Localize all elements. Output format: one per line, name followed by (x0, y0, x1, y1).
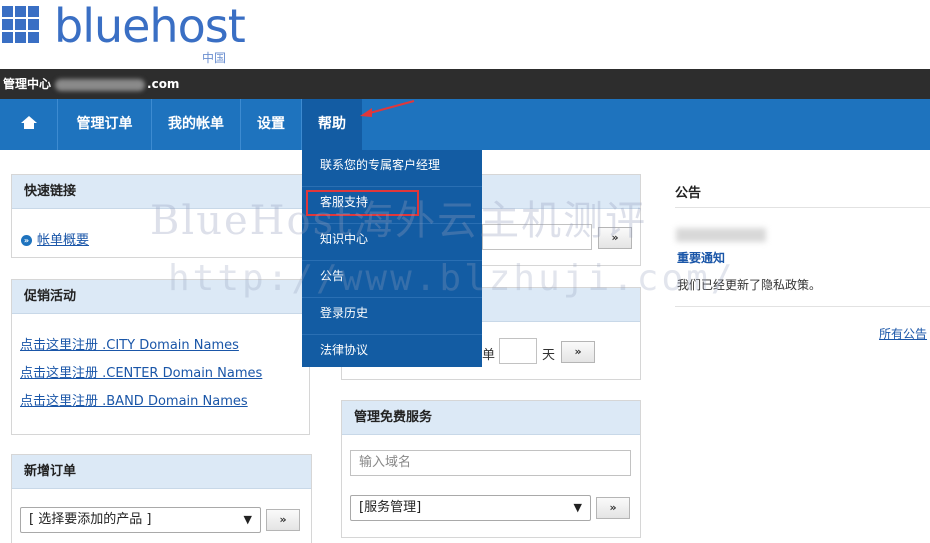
email-blur (55, 78, 146, 91)
quick-link-item[interactable]: » 帐单概要 (21, 229, 89, 248)
account-email-domain: .com (147, 77, 180, 91)
free-services-title: 管理免费服务 (342, 401, 640, 435)
announcement-date-blur (676, 228, 766, 242)
menu-item-knowledge-center[interactable]: 知识中心 (302, 224, 482, 261)
menu-item-legal[interactable]: 法律协议 (302, 335, 482, 372)
help-dropdown-menu: 联系您的专属客户经理 客服支持 知识中心 公告 登录历史 法律协议 (302, 150, 482, 367)
menu-item-account-manager[interactable]: 联系您的专属客户经理 (302, 150, 482, 187)
main-nav: 管理订单 我的帐单 设置 帮助 (0, 99, 930, 150)
new-order-go-button[interactable]: » (266, 509, 300, 531)
quick-links-panel: 快速链接 » 帐单概要 (11, 174, 310, 258)
announcement-item-title[interactable]: 重要通知 (677, 249, 725, 266)
bill-unit-label: 单 (482, 348, 496, 363)
domain-input[interactable]: 输入域名 (350, 450, 631, 476)
product-select[interactable]: [ 选择要添加的产品 ] ▼ (20, 507, 261, 533)
logo-wordmark: bluehost (54, 0, 246, 53)
new-order-panel: 新增订单 [ 选择要添加的产品 ] ▼ » (11, 454, 312, 543)
logo-subtitle: 中国 (202, 51, 227, 65)
new-order-title: 新增订单 (12, 455, 311, 489)
days-label: 天 (542, 348, 556, 363)
service-select-value: [服务管理] (359, 500, 422, 515)
account-center-label: 管理中心 (3, 77, 52, 91)
all-announcements-link[interactable]: 所有公告 (879, 325, 927, 342)
nav-settings[interactable]: 设置 (241, 99, 302, 150)
promo-link-band[interactable]: 点击这里注册 .BAND Domain Names (20, 390, 248, 409)
chevron-down-icon: ▼ (243, 513, 252, 526)
product-select-value: [ 选择要添加的产品 ] (29, 512, 152, 527)
bill-go-button[interactable]: » (561, 341, 595, 363)
quick-links-title: 快速链接 (12, 175, 309, 209)
promo-link-center[interactable]: 点击这里注册 .CENTER Domain Names (20, 362, 262, 381)
days-input[interactable] (499, 338, 537, 364)
chevron-down-icon: ▼ (573, 501, 582, 514)
announcements-divider-bottom (675, 306, 930, 307)
announcements-title: 公告 (675, 186, 702, 201)
menu-item-login-history[interactable]: 登录历史 (302, 298, 482, 335)
grid-logo-icon (2, 6, 40, 44)
nav-manage-orders[interactable]: 管理订单 (58, 99, 152, 150)
annotation-arrow-icon (360, 100, 415, 117)
nav-home[interactable] (0, 99, 58, 150)
nav-my-bills[interactable]: 我的帐单 (152, 99, 241, 150)
promotions-panel: 促销活动 点击这里注册 .CITY Domain Names 点击这里注册 .C… (11, 279, 310, 435)
menu-item-announcements[interactable]: 公告 (302, 261, 482, 298)
free-services-go-button[interactable]: » (596, 497, 630, 519)
service-select[interactable]: [服务管理] ▼ (350, 495, 591, 521)
middle-search-input[interactable] (482, 224, 592, 250)
highlight-annotation-box (306, 190, 419, 216)
arrow-circle-icon: » (21, 235, 32, 246)
promo-link-city[interactable]: 点击这里注册 .CITY Domain Names (20, 334, 239, 353)
announcements-divider (675, 207, 930, 208)
home-icon (20, 115, 37, 129)
bill-summary-link[interactable]: 帐单概要 (37, 233, 89, 248)
middle-search-go-button[interactable]: » (598, 227, 632, 249)
promotions-title: 促销活动 (12, 280, 309, 314)
free-services-panel: 管理免费服务 输入域名 [服务管理] ▼ » (341, 400, 641, 538)
announcement-item-text: 我们已经更新了隐私政策。 (677, 278, 822, 292)
account-bar: 管理中心 .com (0, 69, 930, 99)
nav-help[interactable]: 帮助 (302, 99, 362, 150)
